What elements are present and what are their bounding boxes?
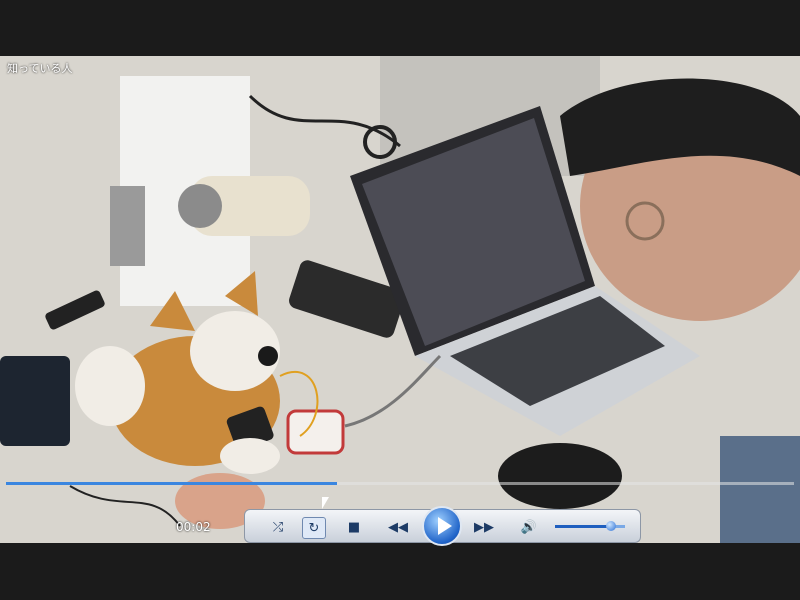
video-frame[interactable] xyxy=(0,56,800,543)
seek-bar-fill xyxy=(6,482,337,485)
seek-bar[interactable] xyxy=(6,482,794,485)
stop-icon[interactable]: ■ xyxy=(343,517,365,537)
video-title: 知っている人 xyxy=(7,62,73,75)
volume-fill xyxy=(555,525,611,528)
video-scene xyxy=(0,56,800,543)
shuffle-icon[interactable]: ⤮ xyxy=(267,517,289,537)
fast-forward-icon[interactable]: ▶▶ xyxy=(473,517,495,537)
volume-slider[interactable] xyxy=(555,521,625,531)
volume-knob[interactable] xyxy=(606,521,616,531)
volume-icon[interactable]: 🔊 xyxy=(518,517,540,537)
playback-controls: ⤮ ↻ ■ ◀◀ ▶▶ 🔊 xyxy=(244,506,641,546)
play-button[interactable] xyxy=(422,506,462,546)
mouse-cursor xyxy=(322,497,329,509)
current-time: 00:02 xyxy=(176,520,211,534)
repeat-icon[interactable]: ↻ xyxy=(302,517,326,539)
rewind-icon[interactable]: ◀◀ xyxy=(387,517,409,537)
media-player-window: 知っている人 00:02 ⤮ ↻ ■ ◀◀ ▶▶ 🔊 xyxy=(0,0,800,600)
